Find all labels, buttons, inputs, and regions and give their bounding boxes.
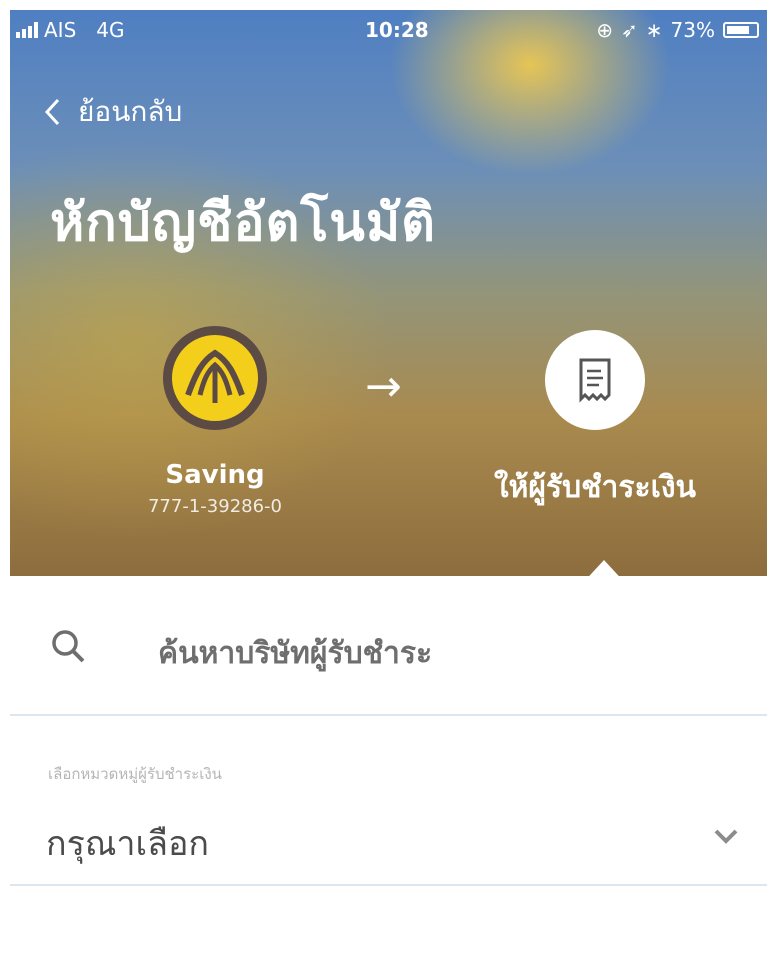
battery-icon	[723, 22, 759, 38]
bank-logo-icon	[163, 326, 267, 430]
page-title: หักบัญชีอัตโนมัติ	[50, 193, 436, 253]
alarm-icon: ⊕	[596, 18, 614, 42]
bluetooth-icon: ∗	[645, 18, 663, 42]
back-button[interactable]: ย้อนกลับ	[44, 90, 182, 134]
search-placeholder: ค้นหาบริษัทผู้รับชำระ	[158, 636, 433, 671]
from-account[interactable]: Saving 777-1-39286-0	[130, 326, 300, 517]
payee-label: ให้ผู้รับชำระเงิน	[493, 470, 696, 505]
to-payee[interactable]: ให้ผู้รับชำระเงิน	[470, 330, 720, 511]
search-icon	[52, 630, 85, 663]
signal-icon	[16, 22, 38, 38]
chevron-left-icon	[44, 98, 60, 126]
location-icon: ➶	[621, 18, 638, 42]
arrow-right-icon: →	[365, 361, 402, 412]
carrier-label: AIS	[44, 18, 77, 42]
status-bar: AIS 4G 10:28 ⊕ ➶ ∗ 73%	[10, 10, 767, 50]
header-banner: AIS 4G 10:28 ⊕ ➶ ∗ 73% ย้อนกลับ หักบัญชี…	[10, 10, 767, 576]
category-value: กรุณาเลือก	[46, 824, 209, 864]
network-label: 4G	[96, 18, 125, 42]
battery-percent: 73%	[670, 18, 715, 42]
status-left: AIS 4G	[16, 18, 125, 42]
category-dropdown[interactable]: กรุณาเลือก	[10, 800, 767, 886]
selection-pointer	[580, 560, 628, 576]
category-label: เลือกหมวดหมู่ผู้รับชำระเงิน	[48, 765, 222, 783]
account-number: 777-1-39286-0	[147, 496, 282, 517]
receipt-icon	[545, 330, 645, 430]
account-name: Saving	[165, 460, 265, 490]
status-right: ⊕ ➶ ∗ 73%	[596, 18, 759, 42]
chevron-down-icon	[714, 829, 738, 844]
back-label: ย้อนกลับ	[78, 95, 183, 128]
status-time: 10:28	[365, 18, 429, 42]
